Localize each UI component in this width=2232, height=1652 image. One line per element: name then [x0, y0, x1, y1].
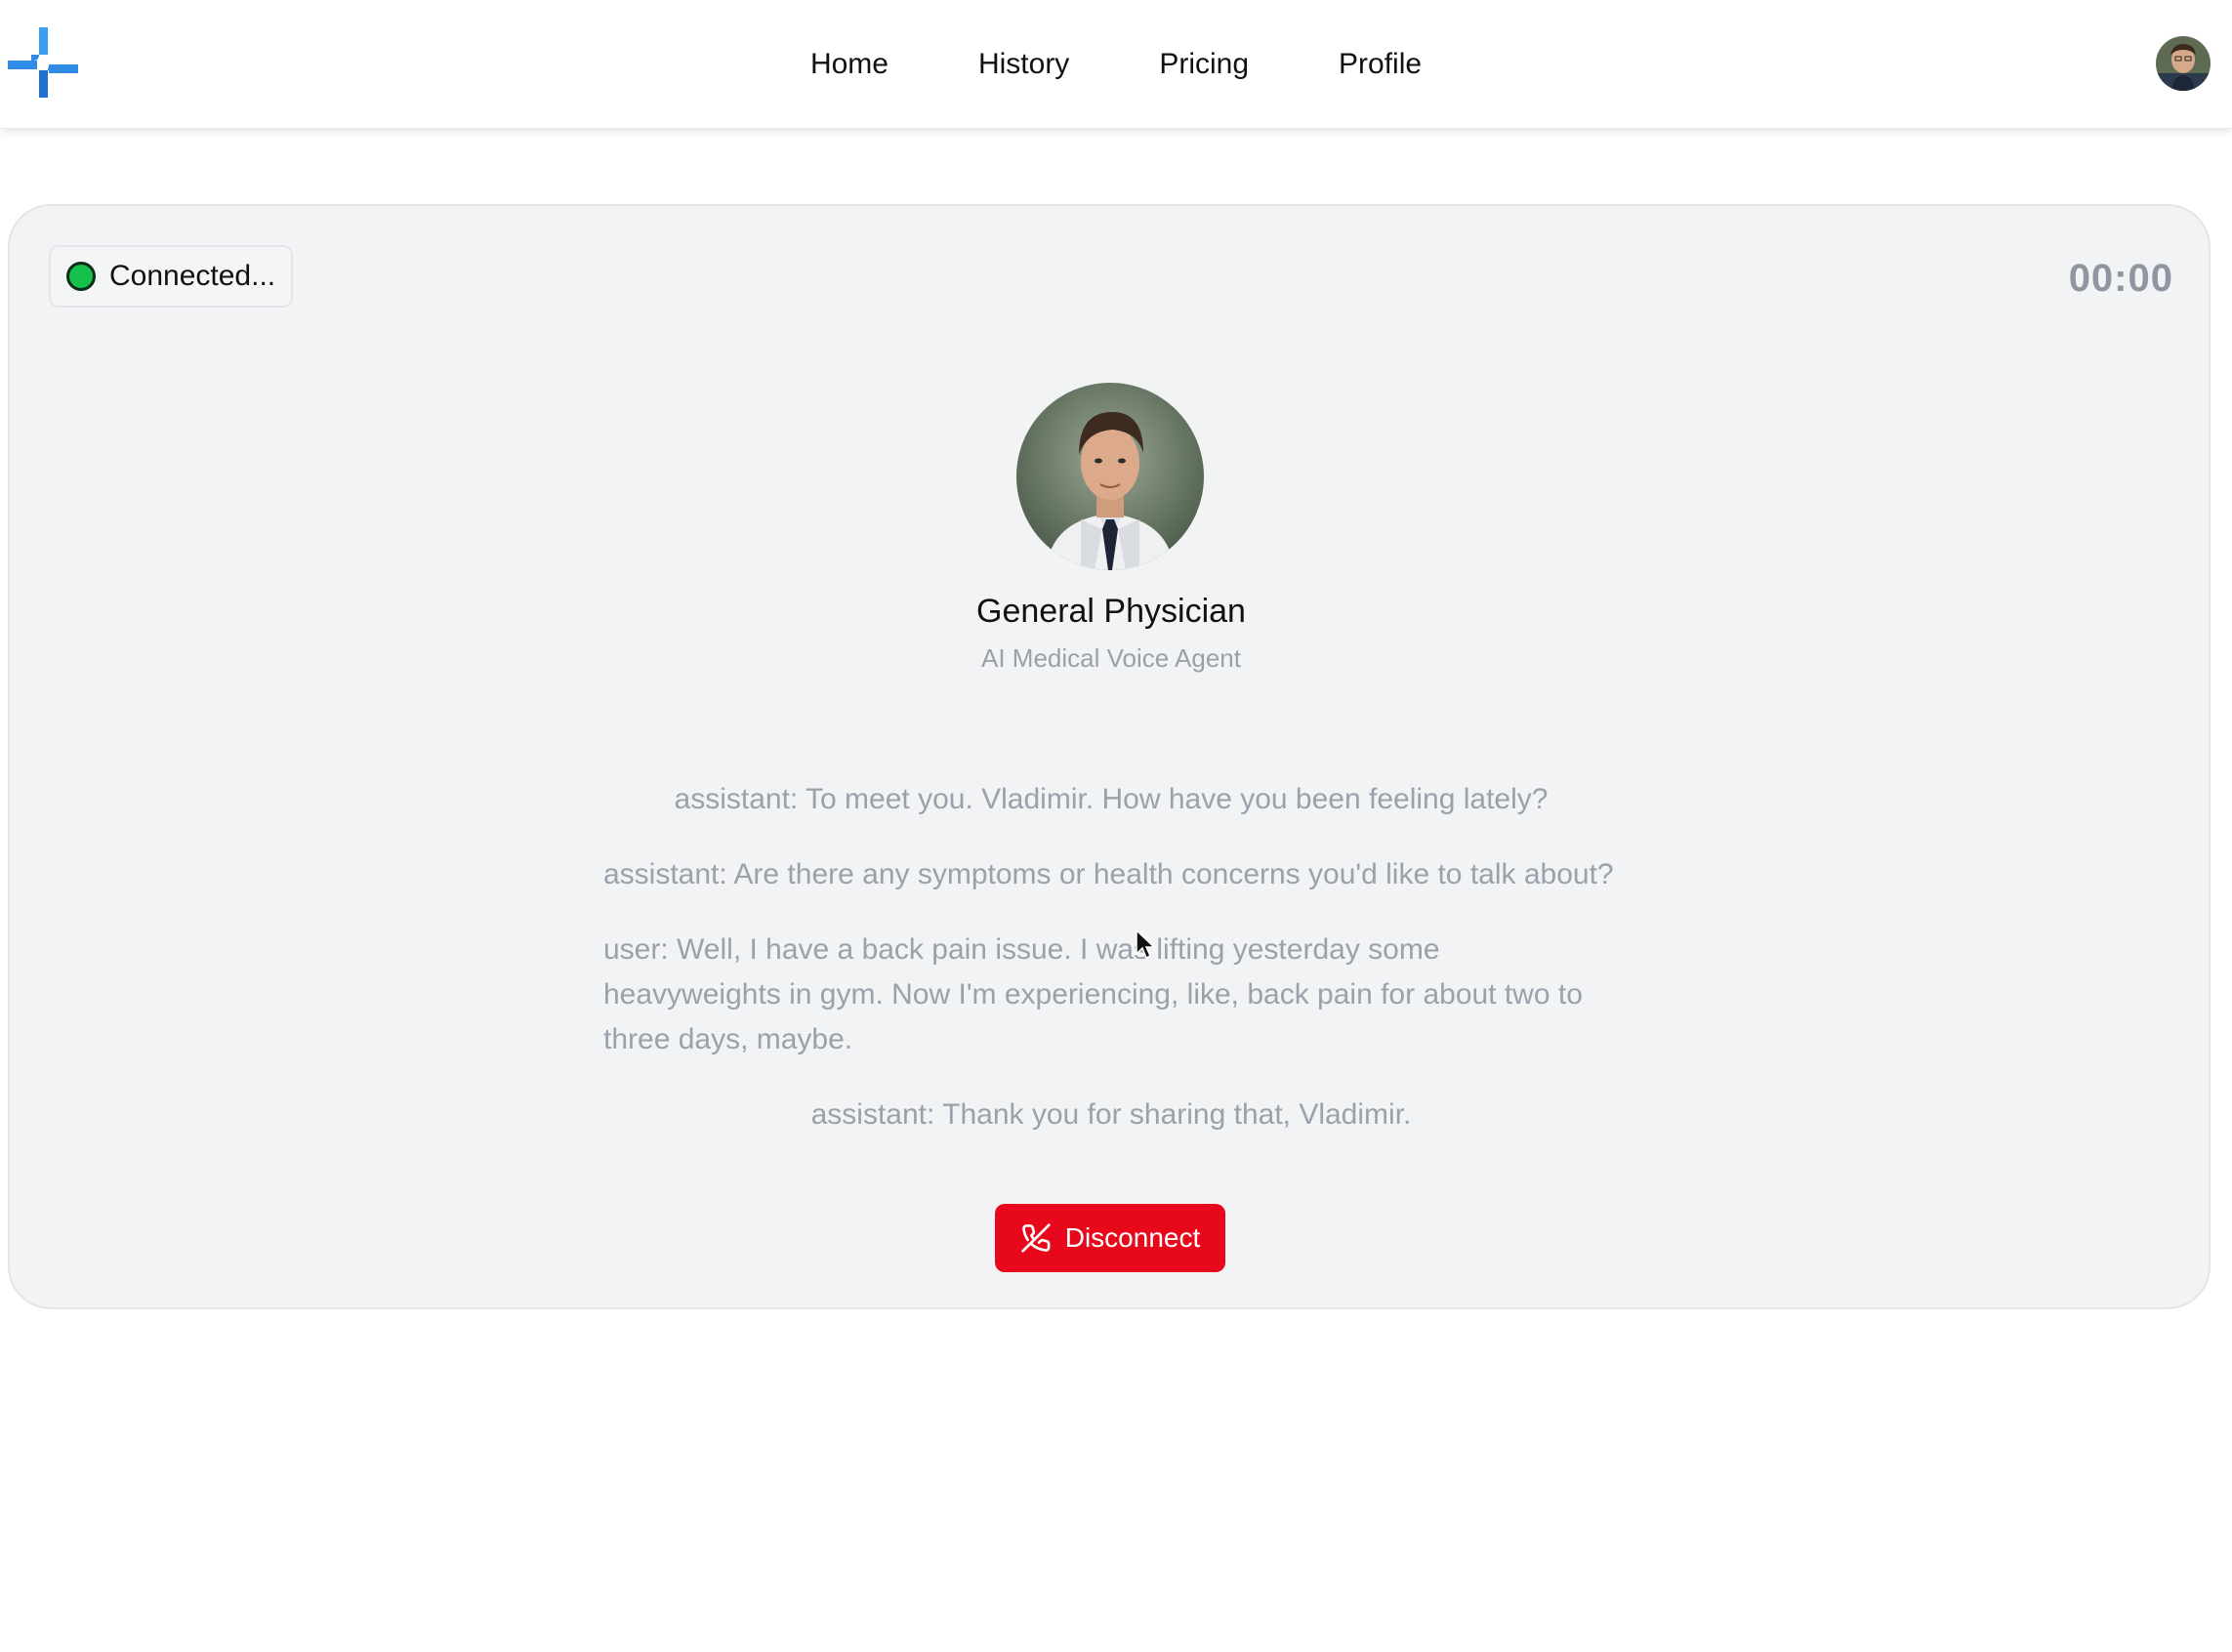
disconnect-label: Disconnect	[1064, 1222, 1201, 1253]
call-timer: 00:00	[2068, 257, 2173, 300]
nav-profile-link[interactable]: Profile	[1294, 48, 1467, 81]
user-avatar-icon[interactable]	[2156, 36, 2211, 91]
nav-pricing-link[interactable]: Pricing	[1114, 48, 1294, 81]
transcript-message: assistant: To meet you. Vladimir. How ha…	[674, 783, 1549, 815]
transcript-message: assistant: Thank you for sharing that, V…	[810, 1098, 1412, 1131]
agent-name: General Physician	[976, 593, 1246, 630]
phone-off-icon	[1021, 1223, 1051, 1253]
nav-home-link[interactable]: Home	[765, 48, 933, 81]
transcript-message: user: Well, I have a back pain issue. I …	[603, 933, 1583, 1055]
status-dot-icon	[66, 262, 96, 291]
transcript-message: assistant: Are there any symptoms or hea…	[603, 858, 1614, 890]
connection-status-badge: Connected...	[49, 245, 294, 308]
top-navbar: Home History Pricing Profile	[0, 0, 2232, 129]
disconnect-button[interactable]: Disconnect	[995, 1204, 1225, 1272]
mouse-cursor-icon	[1136, 929, 1156, 960]
call-transcript: assistant: To meet you. Vladimir. How ha…	[603, 777, 1619, 1168]
call-card: Connected... 00:00 General Physician AI …	[8, 204, 2211, 1309]
agent-subtitle: AI Medical Voice Agent	[981, 643, 1241, 673]
doctor-portrait-icon	[1016, 383, 1204, 570]
nav-history-link[interactable]: History	[933, 48, 1114, 81]
main-nav: Home History Pricing Profile	[0, 0, 2232, 129]
connection-status-text: Connected...	[109, 260, 276, 292]
